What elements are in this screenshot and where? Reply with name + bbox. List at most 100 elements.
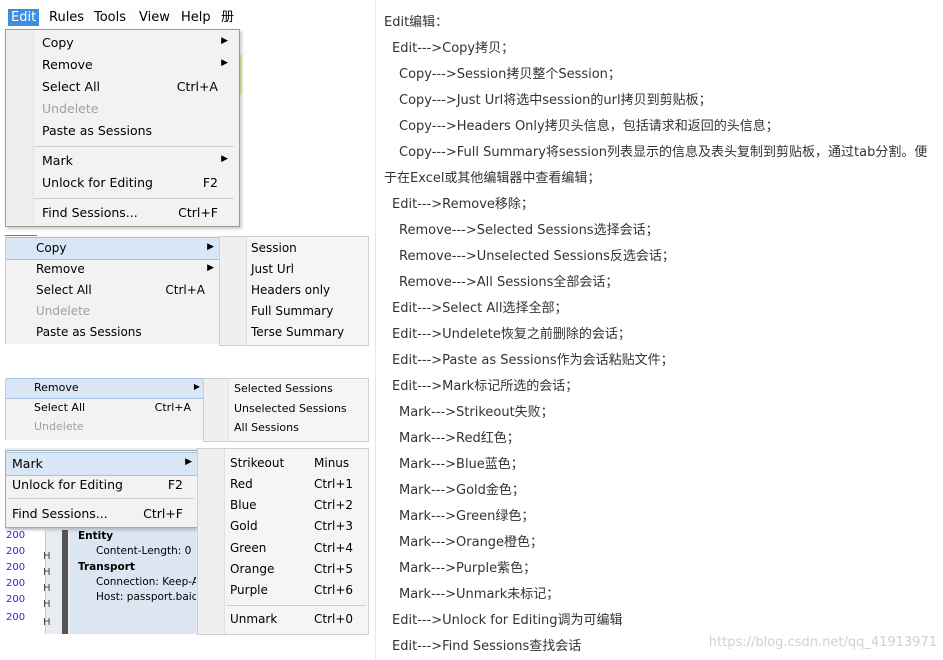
session-list: 200 200 200 200 200 200 H H H H H bbox=[5, 530, 51, 634]
transport-heading: Transport bbox=[78, 561, 135, 573]
menu-item-mark[interactable]: Mark ▶ bbox=[7, 150, 238, 172]
menu-item-unlock-for-editing[interactable]: Unlock for Editing F2 bbox=[7, 172, 238, 194]
pane-splitter[interactable] bbox=[62, 530, 68, 634]
menu-item-shortcut: Ctrl+3 bbox=[314, 519, 354, 533]
note-line: Mark--->Gold金色； bbox=[399, 483, 525, 498]
menu-rules[interactable]: Rules bbox=[46, 9, 87, 26]
note-line: Edit--->Undelete恢复之前删除的会话； bbox=[392, 327, 631, 342]
menu-item-select-all[interactable]: Select All Ctrl+A bbox=[7, 76, 238, 98]
menu-item-label: Red bbox=[230, 477, 253, 491]
note-line: Edit--->Find Sessions查找会话 bbox=[392, 639, 582, 654]
note-line: Remove--->Unselected Sessions反选会话； bbox=[399, 249, 675, 264]
copy-just-url-item[interactable]: Just Url bbox=[251, 262, 294, 276]
edit-menu-remove-view: Remove ▶ Select All Ctrl+A Undelete bbox=[5, 378, 204, 440]
menu-item-label: Undelete bbox=[36, 304, 91, 318]
menu-edit[interactable]: Edit bbox=[8, 9, 40, 26]
watermark: https://blog.csdn.net/qq_41913971 bbox=[708, 635, 937, 650]
mark-purple-item[interactable]: Purple Ctrl+6 bbox=[198, 580, 368, 601]
menu-item-find-sessions[interactable]: Find Sessions... Ctrl+F bbox=[6, 503, 197, 525]
mark-red-item[interactable]: Red Ctrl+1 bbox=[198, 474, 368, 495]
menu-item-shortcut: F2 bbox=[167, 477, 183, 492]
menu-bar: Edit Rules Tools View Help 册 bbox=[5, 6, 240, 30]
menu-item-shortcut: Ctrl+F bbox=[178, 205, 218, 220]
note-line: Remove--->Selected Sessions选择会话； bbox=[399, 223, 659, 238]
mark-gold-item[interactable]: Gold Ctrl+3 bbox=[198, 516, 368, 537]
menu-item-paste-as-sessions[interactable]: Paste as Sessions bbox=[6, 322, 220, 343]
note-line: Mark--->Red红色； bbox=[399, 431, 520, 446]
menu-extra[interactable]: 册 bbox=[218, 9, 237, 26]
menu-item-select-all[interactable]: Select All Ctrl+A bbox=[6, 280, 220, 301]
remove-selected-sessions-item[interactable]: Selected Sessions bbox=[234, 382, 333, 395]
screenshots-column: Edit Rules Tools View Help 册 Copy ▶ Remo… bbox=[0, 0, 376, 660]
status-code: 200 bbox=[6, 530, 26, 541]
menu-item-remove[interactable]: Remove ▶ bbox=[6, 259, 220, 280]
menu-item-label: Select All bbox=[36, 283, 92, 297]
note-line: Edit--->Remove移除； bbox=[392, 197, 534, 212]
menu-separator bbox=[8, 498, 194, 499]
menu-item-remove[interactable]: Remove ▶ bbox=[7, 54, 238, 76]
note-line: Edit--->Mark标记所选的会话； bbox=[392, 379, 579, 394]
submenu-arrow-icon: ▶ bbox=[221, 58, 228, 68]
menu-item-label: Remove bbox=[34, 381, 79, 394]
menu-item-copy[interactable]: Copy ▶ bbox=[7, 32, 238, 54]
menu-separator bbox=[34, 198, 234, 199]
menu-item-paste-as-sessions[interactable]: Paste as Sessions bbox=[7, 120, 238, 142]
content-length-value: Content-Length: 0 bbox=[96, 545, 192, 557]
menu-item-label: Copy bbox=[36, 241, 67, 255]
menu-item-select-all[interactable]: Select All Ctrl+A bbox=[6, 399, 204, 418]
menu-item-label: Unlock for Editing bbox=[42, 175, 153, 190]
menu-view[interactable]: View bbox=[136, 9, 173, 26]
note-line: Mark--->Orange橙色； bbox=[399, 535, 544, 550]
mark-strikeout-item[interactable]: Strikeout Minus bbox=[198, 453, 368, 474]
menu-help[interactable]: Help bbox=[178, 9, 214, 26]
menu-item-label: Select All bbox=[34, 401, 86, 414]
edit-menu-mark-view: Mark ▶ Unlock for Editing F2 Find Sessio… bbox=[5, 450, 198, 528]
note-line: Mark--->Strikeout失败； bbox=[399, 405, 554, 420]
host-value: Host: passport.baidu bbox=[96, 591, 196, 603]
headers-detail-pane: Entity Content-Length: 0 Transport Conne… bbox=[70, 526, 196, 634]
note-line: Mark--->Green绿色； bbox=[399, 509, 535, 524]
submenu-arrow-icon: ▶ bbox=[207, 263, 214, 273]
copy-submenu: Session Just Url Headers only Full Summa… bbox=[219, 236, 369, 346]
menu-gutter bbox=[204, 379, 229, 441]
menu-item-label: Remove bbox=[42, 57, 93, 72]
copy-headers-only-item[interactable]: Headers only bbox=[251, 283, 330, 297]
note-line: Edit编辑： bbox=[384, 15, 449, 30]
menu-item-copy[interactable]: Copy ▶ bbox=[6, 237, 220, 260]
menu-item-label: Gold bbox=[230, 519, 258, 533]
remove-unselected-sessions-item[interactable]: Unselected Sessions bbox=[234, 402, 347, 415]
status-code: 200 bbox=[6, 562, 26, 573]
mark-green-item[interactable]: Green Ctrl+4 bbox=[198, 538, 368, 559]
status-code: 200 bbox=[6, 578, 26, 589]
menu-item-unlock-for-editing[interactable]: Unlock for Editing F2 bbox=[6, 474, 197, 496]
copy-terse-summary-item[interactable]: Terse Summary bbox=[251, 325, 344, 339]
menu-item-mark[interactable]: Mark ▶ bbox=[6, 452, 197, 476]
note-line: Copy--->Session拷贝整个Session； bbox=[399, 67, 621, 82]
menu-item-label: Green bbox=[230, 541, 267, 555]
note-line: Mark--->Unmark未标记； bbox=[399, 587, 560, 602]
note-line: Copy--->Just Url将选中session的url拷贝到剪贴板； bbox=[399, 93, 712, 108]
menu-item-shortcut: F2 bbox=[202, 175, 218, 190]
mark-blue-item[interactable]: Blue Ctrl+2 bbox=[198, 495, 368, 516]
menu-item-label: Paste as Sessions bbox=[42, 123, 153, 138]
menu-tools[interactable]: Tools bbox=[91, 9, 129, 26]
note-line: Copy--->Full Summary将session列表显示的信息及表头复制… bbox=[399, 145, 928, 160]
menu-item-remove[interactable]: Remove ▶ bbox=[6, 378, 204, 399]
mark-unmark-item[interactable]: Unmark Ctrl+0 bbox=[198, 609, 368, 630]
menu-item-find-sessions[interactable]: Find Sessions... Ctrl+F bbox=[7, 202, 238, 224]
copy-session-item[interactable]: Session bbox=[251, 241, 297, 255]
host-fragment: H bbox=[43, 567, 51, 578]
menu-item-label: Blue bbox=[230, 498, 257, 512]
mark-orange-item[interactable]: Orange Ctrl+5 bbox=[198, 559, 368, 580]
menu-item-label: Undelete bbox=[34, 420, 84, 433]
menu-item-shortcut: Ctrl+0 bbox=[314, 612, 354, 626]
menu-item-label: Find Sessions... bbox=[42, 205, 138, 220]
remove-all-sessions-item[interactable]: All Sessions bbox=[234, 421, 299, 434]
host-fragment: H bbox=[43, 551, 51, 562]
status-code: 200 bbox=[6, 594, 26, 605]
copy-full-summary-item[interactable]: Full Summary bbox=[251, 304, 333, 318]
note-line: Edit--->Unlock for Editing调为可编辑 bbox=[392, 613, 623, 628]
menu-item-label: Copy bbox=[42, 35, 74, 50]
menu-item-shortcut: Ctrl+F bbox=[143, 506, 183, 521]
menu-item-undelete: Undelete bbox=[6, 418, 204, 437]
